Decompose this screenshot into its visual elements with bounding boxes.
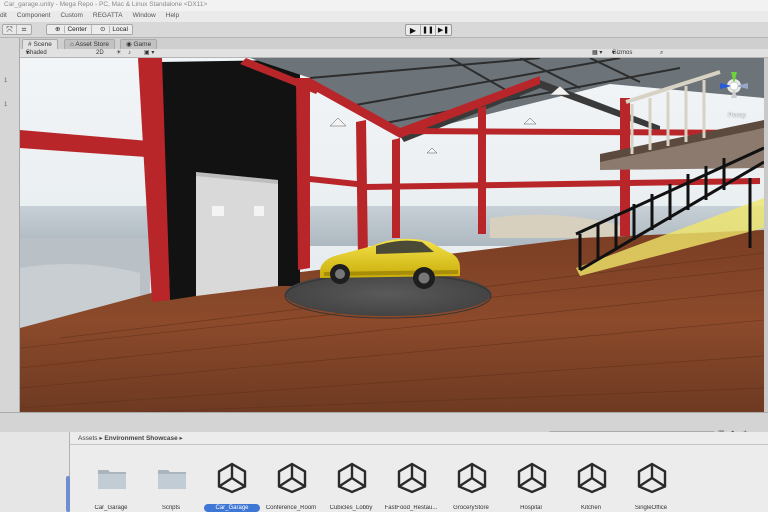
unity-scene-icon (577, 460, 607, 496)
breadcrumb: Assets ▸ Environment Showcase ▸ (78, 434, 183, 442)
unity-scene-icon (337, 460, 367, 496)
menu-window[interactable]: Window (133, 11, 156, 22)
effects-icon[interactable]: ▣ ▾ (144, 49, 154, 58)
rect-tool-button[interactable]: ⌗ (17, 25, 31, 34)
main-toolbar: ⤧ ⌗ ⊕ Center ⊙ Local ▶ ❚❚ ▶❚ (0, 22, 768, 38)
hierarchy-panel: 1 1 (0, 38, 20, 412)
pivot-center-label: Center (67, 26, 87, 33)
game-icon: ◉ (126, 41, 132, 48)
pivot-toggles: ⊕ Center ⊙ Local (46, 24, 133, 35)
search-icon[interactable]: ⌕ (660, 49, 663, 58)
step-icon: ▶❚ (437, 27, 450, 34)
scene-toolbar: Shaded ▾ 2D ☀ ♪ ▣ ▾ ▦ ▾ Gizmos ▾ ⌕ (20, 49, 768, 58)
asset-label: SingleOffice (634, 505, 668, 511)
unity-scene-icon (397, 460, 427, 496)
folder-icon (157, 460, 187, 496)
draw-mode-label: Shaded (26, 50, 47, 56)
scene-icon: # (28, 41, 32, 48)
unity-scene-icon (517, 460, 547, 496)
asset-label: Car_Garage (204, 504, 260, 512)
project-toolbar: ▣ ◆ ★ (0, 412, 768, 438)
tab-asset-store[interactable]: ⌂ Asset Store (64, 39, 115, 49)
tab-game[interactable]: ◉ Game (120, 39, 158, 49)
lighting-icon[interactable]: ☀ (116, 49, 121, 58)
view-tabs: # Scene ⌂ Asset Store ◉ Game (20, 38, 768, 49)
store-icon: ⌂ (70, 41, 74, 48)
scene-render (20, 58, 764, 412)
pivot-local-label: Local (112, 26, 128, 33)
scene-viewport[interactable]: Persp (20, 58, 764, 412)
breadcrumb-root[interactable]: Assets (78, 435, 98, 442)
rect-icon: ⌗ (21, 24, 27, 34)
projection-label[interactable]: Persp (728, 112, 746, 119)
transform-tools: ⤧ ⌗ (2, 24, 32, 35)
breadcrumb-folder[interactable]: Environment Showcase (104, 435, 177, 442)
step-button[interactable]: ▶❚ (436, 25, 451, 35)
unity-scene-icon (457, 460, 487, 496)
chevron-right-icon: ▸ (179, 435, 183, 442)
folder-icon (97, 460, 127, 496)
pivot-icon: ⊕ (51, 26, 66, 33)
unity-scene-icon (217, 460, 247, 496)
unity-scene-icon (637, 460, 667, 496)
project-asset-grid: Assets ▸ Environment Showcase ▸ Car_Gara… (70, 432, 768, 512)
pause-icon: ❚❚ (422, 27, 434, 34)
hierarchy-marker: 1 (4, 78, 8, 84)
tab-scene[interactable]: # Scene (22, 39, 58, 49)
scale-tool-button[interactable]: ⤧ (3, 25, 17, 34)
camera-icon[interactable]: ▦ ▾ (592, 49, 602, 58)
play-button[interactable]: ▶ (406, 25, 421, 35)
hierarchy-marker: 1 (4, 102, 8, 108)
pivot-center-button[interactable]: ⊕ Center (47, 25, 92, 34)
unity-scene-icon (277, 460, 307, 496)
menu-regatta[interactable]: REGATTA (93, 11, 123, 22)
tab-game-label: Game (133, 41, 152, 48)
menu-bar: dit Component Custom REGATTA Window Help (0, 11, 768, 22)
project-folder-tree (0, 432, 70, 512)
menu-edit[interactable]: dit (0, 11, 7, 22)
play-icon: ▶ (409, 25, 417, 35)
play-controls: ▶ ❚❚ ▶❚ (405, 24, 452, 36)
tab-asset-store-label: Asset Store (75, 41, 109, 48)
menu-custom[interactable]: Custom (60, 11, 82, 22)
mode-2d-toggle[interactable]: 2D (96, 49, 104, 58)
tab-scene-label: Scene (33, 41, 52, 48)
audio-icon[interactable]: ♪ (128, 49, 131, 58)
pivot-local-button[interactable]: ⊙ Local (92, 25, 132, 34)
breadcrumb-divider (70, 444, 768, 445)
asset-scene[interactable]: SingleOffice (616, 460, 686, 512)
chevron-down-icon: ▾ (26, 50, 30, 56)
gizmos-label: Gizmos (612, 50, 633, 56)
local-icon: ⊙ (95, 26, 111, 33)
gizmos-dropdown[interactable]: Gizmos ▾ (612, 49, 632, 58)
pause-button[interactable]: ❚❚ (421, 25, 436, 35)
menu-component[interactable]: Component (17, 11, 51, 22)
scale-icon: ⤧ (6, 24, 13, 34)
menu-help[interactable]: Help (166, 11, 179, 22)
window-title: Car_garage.unity - Mega Repo - PC, Mac &… (0, 0, 768, 11)
